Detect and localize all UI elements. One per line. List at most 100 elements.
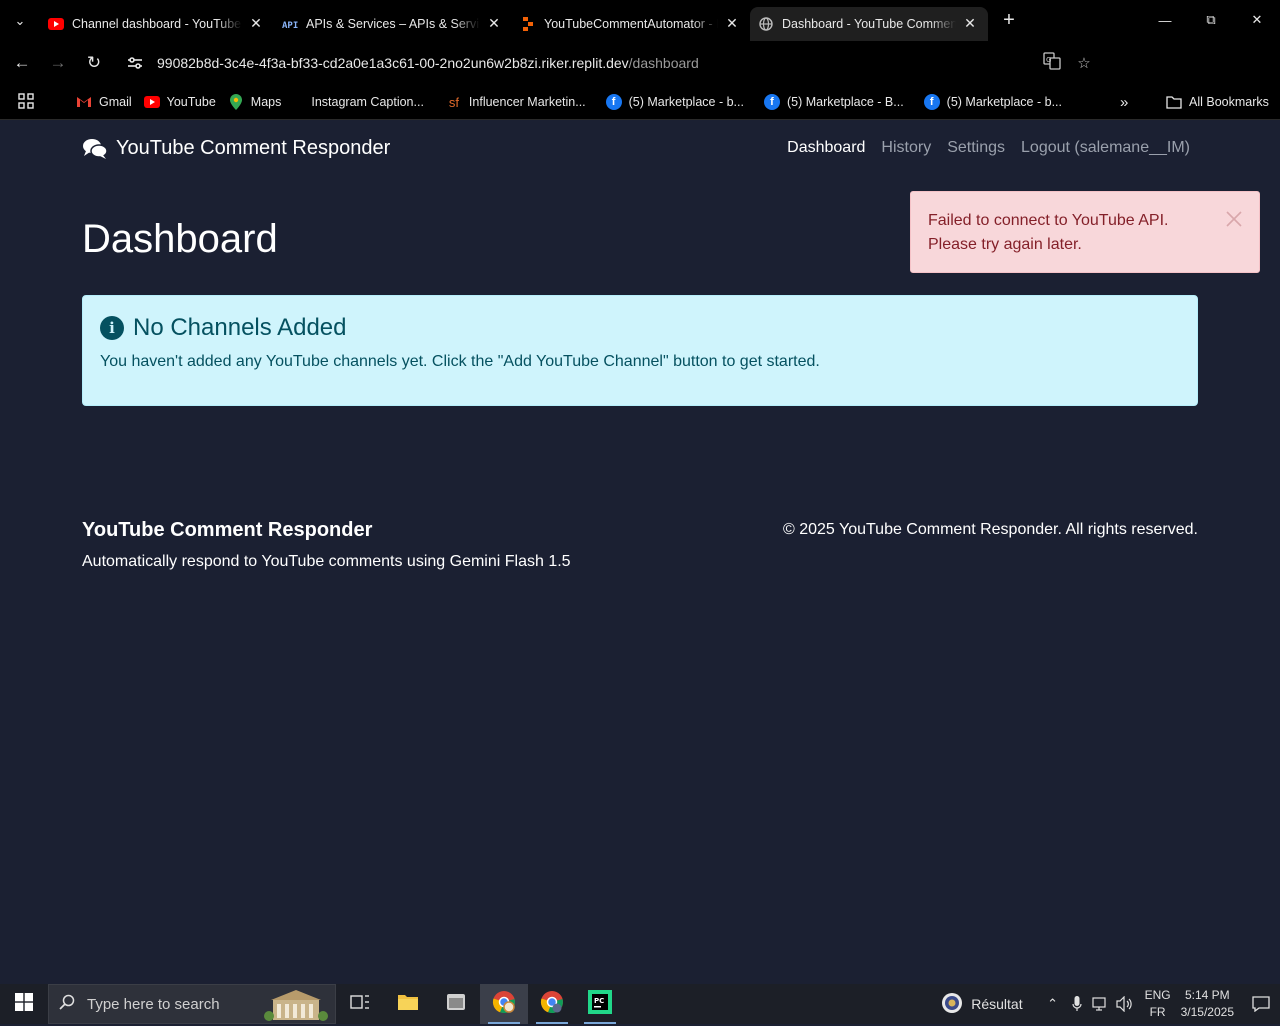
close-tab-icon[interactable]: ✕ [486, 15, 502, 32]
new-tab-button[interactable]: + [994, 6, 1024, 36]
info-circle-icon: i [100, 316, 124, 340]
bookmark-label: YouTube [166, 95, 216, 109]
app-brand-link[interactable]: YouTube Comment Responder [82, 137, 390, 160]
svg-text:PC: PC [594, 997, 604, 1005]
microphone-icon[interactable] [1065, 996, 1089, 1012]
search-icon [59, 994, 75, 1014]
facebook-icon: f [923, 94, 940, 110]
nav-logout[interactable]: Logout (salemane__IM) [1021, 139, 1190, 157]
minimize-button[interactable]: — [1142, 0, 1188, 40]
svg-text:API: API [282, 21, 298, 30]
weather-widget[interactable]: Résultat [941, 992, 1023, 1017]
globe-icon [758, 16, 774, 32]
close-tab-icon[interactable]: ✕ [248, 15, 264, 32]
app-brand-name: YouTube Comment Responder [116, 137, 391, 159]
lang-bottom: FR [1149, 1005, 1166, 1019]
close-tab-icon[interactable]: ✕ [962, 15, 978, 32]
reload-button[interactable]: ↻ [76, 45, 112, 81]
close-tab-icon[interactable]: ✕ [724, 15, 740, 32]
footer-copyright: © 2025 YouTube Comment Responder. All ri… [783, 521, 1198, 538]
no-channels-title: No Channels Added [133, 314, 347, 341]
bookmark-instagram-caption[interactable]: Instagram Caption... [305, 88, 430, 116]
star-icon: ☆ [1077, 55, 1091, 72]
pycharm-icon: PC [588, 989, 612, 1019]
taskbar-chrome-profile-1[interactable] [480, 984, 528, 1024]
bookmark-label: (5) Marketplace - b... [628, 95, 744, 109]
bookmark-marketplace-1[interactable]: f (5) Marketplace - b... [600, 88, 750, 116]
address-bar[interactable]: 99082b8d-3c4e-4f3a-bf33-cd2a0e1a3c61-00-… [118, 45, 1108, 81]
site-settings-icon[interactable] [118, 45, 152, 81]
system-tray: Résultat ⌃ ENG FR 5:14 PM 3/15/2025 [941, 984, 1280, 1024]
chrome-icon [540, 990, 564, 1019]
arrow-left-icon: ← [13, 53, 31, 72]
taskbar-clock[interactable]: 5:14 PM 3/15/2025 [1181, 987, 1234, 1021]
tab-title: APIs & Services – APIs & Services [306, 16, 480, 31]
search-highlight-image [263, 988, 329, 1022]
tab-strip: ⌄ Channel dashboard - YouTube Studio ✕ A… [0, 0, 1280, 41]
weather-label: Résultat [971, 996, 1023, 1012]
apps-grid-icon [18, 92, 34, 112]
bookmark-label: (5) Marketplace - B... [786, 95, 904, 109]
bookmark-label: Maps [250, 95, 282, 109]
maps-icon [228, 94, 244, 110]
youtube-icon [48, 16, 64, 32]
bookmarks-overflow-button[interactable]: » [1114, 88, 1134, 116]
plus-icon: + [1003, 9, 1015, 31]
bookmark-gmail[interactable]: Gmail [70, 88, 138, 116]
bookmark-marketplace-3[interactable]: f (5) Marketplace - b... [918, 88, 1068, 116]
all-bookmarks-button[interactable]: All Bookmarks [1160, 88, 1275, 116]
error-alert-line2: Please try again later. [928, 236, 1082, 253]
minimize-icon: — [1158, 12, 1172, 28]
taskbar-chrome-profile-2[interactable] [528, 984, 576, 1024]
browser-tab-active[interactable]: Dashboard - YouTube Comment Responder ✕ [750, 6, 988, 41]
close-window-button[interactable]: ✕ [1234, 0, 1280, 40]
arrow-right-icon: → [49, 53, 67, 72]
window-controls: — ⧉ ✕ [1142, 0, 1280, 40]
facebook-icon: f [605, 94, 622, 110]
windows-logo-icon [15, 992, 33, 1016]
browser-tab[interactable]: Channel dashboard - YouTube Studio ✕ [40, 7, 274, 41]
url-path: /dashboard [628, 55, 699, 71]
apps-button[interactable] [12, 88, 40, 116]
chevron-up-icon[interactable]: ⌃ [1041, 996, 1065, 1012]
taskbar-app-window[interactable] [432, 984, 480, 1024]
chrome-icon [492, 990, 516, 1019]
bookmark-star-button[interactable]: ☆ [1068, 45, 1100, 81]
bookmark-maps[interactable]: Maps [222, 88, 288, 116]
taskbar-file-explorer[interactable] [384, 984, 432, 1024]
bookmark-influencer-marketing[interactable]: sf Influencer Marketin... [440, 88, 592, 116]
bookmark-label: (5) Marketplace - b... [946, 95, 1062, 109]
notification-center-button[interactable] [1246, 996, 1276, 1012]
footer-title: YouTube Comment Responder [82, 519, 373, 541]
restore-button[interactable]: ⧉ [1188, 0, 1234, 40]
nav-settings[interactable]: Settings [947, 139, 1005, 157]
taskbar-search[interactable]: Type here to search [48, 984, 336, 1024]
app-window-icon [446, 993, 466, 1016]
close-icon: ✕ [1251, 12, 1263, 27]
task-view-button[interactable] [336, 984, 384, 1024]
close-alert-icon[interactable] [1223, 208, 1245, 230]
nav-dashboard[interactable]: Dashboard [787, 139, 865, 157]
clock-date: 3/15/2025 [1180, 1005, 1234, 1019]
forward-button[interactable]: → [40, 45, 76, 81]
tab-search-button[interactable]: ⌄ [0, 1, 40, 41]
chevron-down-icon: ⌄ [14, 12, 26, 28]
translate-button[interactable]: G [1036, 45, 1068, 81]
clock-time: 5:14 PM [1184, 988, 1230, 1002]
start-button[interactable] [0, 984, 48, 1024]
replit-icon [520, 16, 536, 32]
volume-icon[interactable] [1113, 996, 1137, 1012]
lang-top: ENG [1144, 988, 1171, 1002]
back-button[interactable]: ← [4, 45, 40, 81]
all-bookmarks-label: All Bookmarks [1189, 95, 1269, 109]
browser-tab[interactable]: YouTubeCommentAutomator - Replit ✕ [512, 7, 750, 41]
nav-history[interactable]: History [881, 139, 931, 157]
bookmark-marketplace-2[interactable]: f (5) Marketplace - B... [758, 88, 910, 116]
youtube-icon [143, 94, 160, 110]
browser-tab[interactable]: API APIs & Services – APIs & Services ✕ [274, 7, 512, 41]
input-language[interactable]: ENG FR [1145, 987, 1171, 1021]
network-icon[interactable] [1089, 996, 1113, 1012]
app-page: YouTube Comment Responder Dashboard Hist… [0, 121, 1280, 983]
taskbar-pycharm[interactable]: PC [576, 984, 624, 1024]
bookmark-youtube[interactable]: YouTube [138, 88, 222, 116]
